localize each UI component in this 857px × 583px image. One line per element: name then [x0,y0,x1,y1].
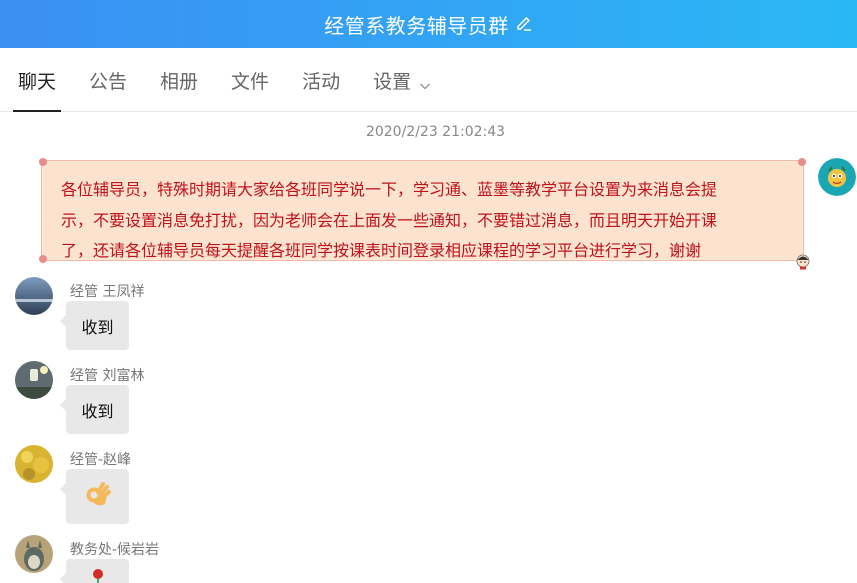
sender-name: 经管 王凤祥 [70,284,145,300]
avatar[interactable] [15,277,53,315]
ok-hand-emoji-icon [83,480,113,514]
tab-chat[interactable]: 聊天 [13,50,62,112]
rose-emoji-icon [89,567,107,583]
notice-line: 各位辅导员，特殊时期请大家给各班同学说一下，学习通、蓝墨等教学平台设置为来消息会… [61,180,718,199]
message-bubble[interactable] [60,469,129,524]
sender-name: 教务处-候岩岩 [70,542,160,558]
tab-label: 相册 [160,71,199,93]
chat-header: 经管系教务辅导员群 [0,0,857,48]
avatar[interactable] [15,445,53,483]
decor-dot [39,255,47,263]
decor-dot [798,158,806,166]
message-bubble[interactable]: 收到 [60,385,129,434]
sender-name: 经管 刘富林 [70,368,145,384]
message-timestamp: 2020/2/23 21:02:43 [365,124,506,140]
message-text: 收到 [81,317,114,337]
tab-label: 文件 [231,71,270,93]
decor-dot [39,158,47,166]
tab-announcement[interactable]: 公告 [84,50,132,111]
notice-message[interactable]: 各位辅导员，特殊时期请大家给各班同学说一下，学习通、蓝墨等教学平台设置为来消息会… [39,158,810,270]
chevron-down-icon [419,75,431,89]
group-title: 经管系教务辅导员群 [324,13,509,38]
tab-label: 设置 [373,71,412,93]
avatar[interactable] [15,535,53,573]
message-bubble[interactable]: 收到 [60,301,129,350]
tab-album[interactable]: 相册 [155,50,203,111]
tab-activity[interactable]: 活动 [297,50,345,111]
notice-line: 了，还请各位辅导员每天提醒各班同学按课表时间登录相应课程的学习平台进行学习，谢谢 [61,241,702,260]
tab-settings[interactable]: 设置 [368,50,436,111]
sender-avatar[interactable] [818,158,856,196]
tab-label: 活动 [302,71,341,93]
cartoon-face-icon [796,250,810,270]
message-text: 收到 [81,401,114,421]
tab-bar: 聊天 公告 相册 文件 活动 设置 [0,48,857,112]
tab-label: 聊天 [18,71,57,93]
avatar[interactable] [15,361,53,399]
notice-line: 示，不要设置消息免打扰，因为老师会在上面发一些通知，不要错过消息，而且明天开始开… [61,210,718,230]
tab-files[interactable]: 文件 [226,50,274,111]
message-bubble[interactable] [60,559,129,583]
sender-name: 经管-赵峰 [70,452,132,468]
pencil-icon[interactable] [515,15,533,33]
tab-label: 公告 [89,71,128,93]
